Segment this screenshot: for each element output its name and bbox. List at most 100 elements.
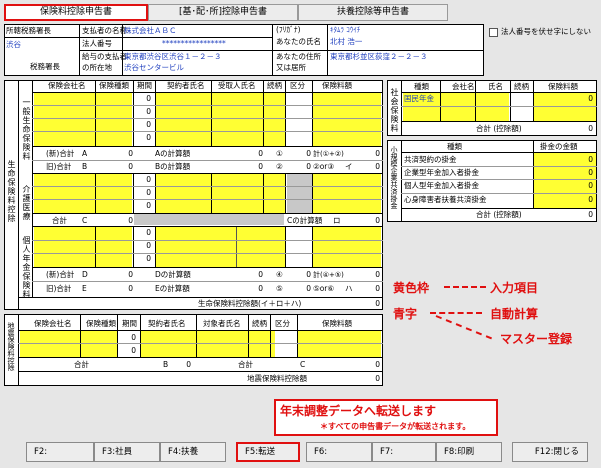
small-col-amount: 掛金の金額 [540, 142, 578, 151]
value-a-calc: 0 [258, 149, 263, 158]
f3-employee-button[interactable]: F3:社員 [94, 442, 160, 462]
nenkin-period-1: 0 [146, 228, 151, 237]
social-col-amount: 保険料額 [548, 82, 578, 91]
small-val-3: 0 [588, 181, 593, 190]
f8-print-button[interactable]: F8:印刷 [436, 442, 502, 462]
eq-deduction-label: 地震保険料控除額 [247, 374, 307, 383]
label-D: D [82, 270, 88, 279]
iryo-period-2: 0 [146, 188, 151, 197]
eq-deduction-value: 0 [375, 374, 380, 383]
label-n4: ④ [276, 270, 283, 279]
tab-hoken[interactable]: 保険料控除申告書 [4, 4, 148, 21]
iryo-total-label: 合計 [52, 216, 67, 225]
eq-period-1: 0 [131, 333, 136, 342]
f6-button[interactable]: F6: [306, 442, 372, 462]
name-label: あなたの氏名 [276, 37, 321, 46]
label-i: イ [345, 162, 353, 171]
label-ha: ハ [345, 284, 353, 293]
iryo-input-amount[interactable] [313, 174, 381, 213]
nenkin-old-label: 旧)合計 [46, 284, 72, 293]
payer-name: 株式会社ＡＢＣ [124, 26, 177, 35]
eq-col-company: 保険会社名 [34, 319, 72, 328]
eq-input-left[interactable] [20, 331, 117, 357]
label-d-calc: Dの計算額 [155, 270, 191, 279]
ippan-period-1: 0 [146, 94, 151, 103]
eq-input-amount[interactable] [298, 331, 381, 357]
payer-name-label: 支払者の名称 [82, 26, 127, 35]
ippan-period-2: 0 [146, 107, 151, 116]
value-ha: 0 [375, 284, 380, 293]
nenkin-title: 個人年金保険料 [22, 236, 31, 299]
eq-input-mid[interactable] [140, 331, 275, 357]
social-title: 社会保険料 [390, 88, 399, 133]
nenkin-input-amount[interactable] [313, 227, 381, 267]
col-amount: 保険料額 [322, 81, 352, 90]
corp-no: ***************** [162, 39, 226, 48]
social-col-name: 氏名 [488, 82, 503, 91]
ippan-input-amount[interactable] [313, 93, 381, 146]
furigana-label: (ﾌﾘｶﾞﾅ) [276, 25, 301, 34]
eq-col-period: 期間 [122, 319, 137, 328]
tab-kiso[interactable]: [基･配･所]控除申告書 [148, 4, 298, 21]
ippan-input-left[interactable] [34, 93, 132, 146]
mask-checkbox[interactable] [489, 28, 498, 37]
social-col-type: 種類 [414, 82, 429, 91]
corp-no-label: 法人番号 [82, 39, 112, 48]
legend-dash-3 [435, 315, 493, 340]
life-total-value: 0 [375, 299, 380, 308]
label-n5: ⑤ [276, 284, 283, 293]
eq-total-label-1: 合計 [74, 360, 89, 369]
small-val-4: 0 [588, 195, 593, 204]
label-e-calc: Eの計算額 [155, 284, 190, 293]
nenkin-input-mid[interactable] [155, 227, 285, 267]
small-row-2: 企業型年金加入者掛金 [404, 168, 479, 177]
f4-dependents-button[interactable]: F4:扶養 [160, 442, 226, 462]
life-section-title: 生命保険料控除 [7, 160, 16, 223]
address-label1: あなたの住所 [276, 52, 321, 61]
eq-value-B: 0 [186, 360, 191, 369]
payer-addr2: 渋谷センタービル [124, 63, 184, 72]
small-total-label: 合計 (控除額) [476, 210, 522, 219]
value-ro: 0 [375, 216, 380, 225]
value-e-calc: 0 [258, 284, 263, 293]
f12-close-button[interactable]: F12:閉じる [512, 442, 588, 462]
f7-button[interactable]: F7: [372, 442, 436, 462]
zeimu-label: 税務署長 [30, 62, 60, 71]
eq-col-category: 区分 [275, 319, 290, 328]
legend-dash-1 [444, 286, 486, 288]
iryo-period-1: 0 [146, 175, 151, 184]
legend-yellow-desc: 入力項目 [490, 281, 539, 295]
label-A: A [82, 149, 88, 158]
nenkin-period-2: 0 [146, 241, 151, 250]
f2-button[interactable]: F2: [26, 442, 94, 462]
transfer-callout-note: ＊すべての申告書データが転送されます。 [320, 422, 471, 431]
value-A: 0 [128, 149, 133, 158]
small-title: 小規模企業共済掛金 [390, 146, 398, 209]
tab-fuyo[interactable]: 扶養控除等申告書 [298, 4, 448, 21]
label-n2: ② [276, 162, 283, 171]
social-row1-type: 国民年金 [404, 94, 434, 103]
payer-addr1: 東京都渋谷区渋谷１－２－３ [124, 52, 222, 61]
label-c-calc: Cの計算額 [287, 216, 323, 225]
eq-value-C: 0 [375, 360, 380, 369]
employee-address: 東京都杉並区荻窪２－２－３ [330, 52, 428, 61]
label-E: E [82, 284, 87, 293]
payer-addr-label: の所在地 [82, 63, 112, 72]
ippan-new-label: (新)合計 [46, 149, 75, 158]
small-row-3: 個人型年金加入者掛金 [404, 181, 479, 190]
small-total-value: 0 [588, 210, 593, 219]
f5-transfer-button[interactable]: F5:転送 [236, 442, 300, 462]
social-row1-amount: 0 [588, 94, 593, 103]
iryo-period-3: 0 [146, 201, 151, 210]
ippan-input-mid[interactable] [155, 93, 285, 146]
nenkin-new-label: (新)合計 [46, 270, 75, 279]
iryo-input-left[interactable] [34, 174, 132, 213]
shozoku-label: 所轄税務署長 [6, 26, 51, 35]
nenkin-input-left[interactable] [34, 227, 132, 267]
ippan-old-label: 旧)合計 [46, 162, 72, 171]
iryo-total-disabled [134, 214, 284, 225]
iryo-input-mid[interactable] [155, 174, 285, 213]
label-k4: ⑤or⑥ [313, 284, 335, 293]
value-n2: 0 [306, 162, 311, 171]
value-C: 0 [128, 216, 133, 225]
